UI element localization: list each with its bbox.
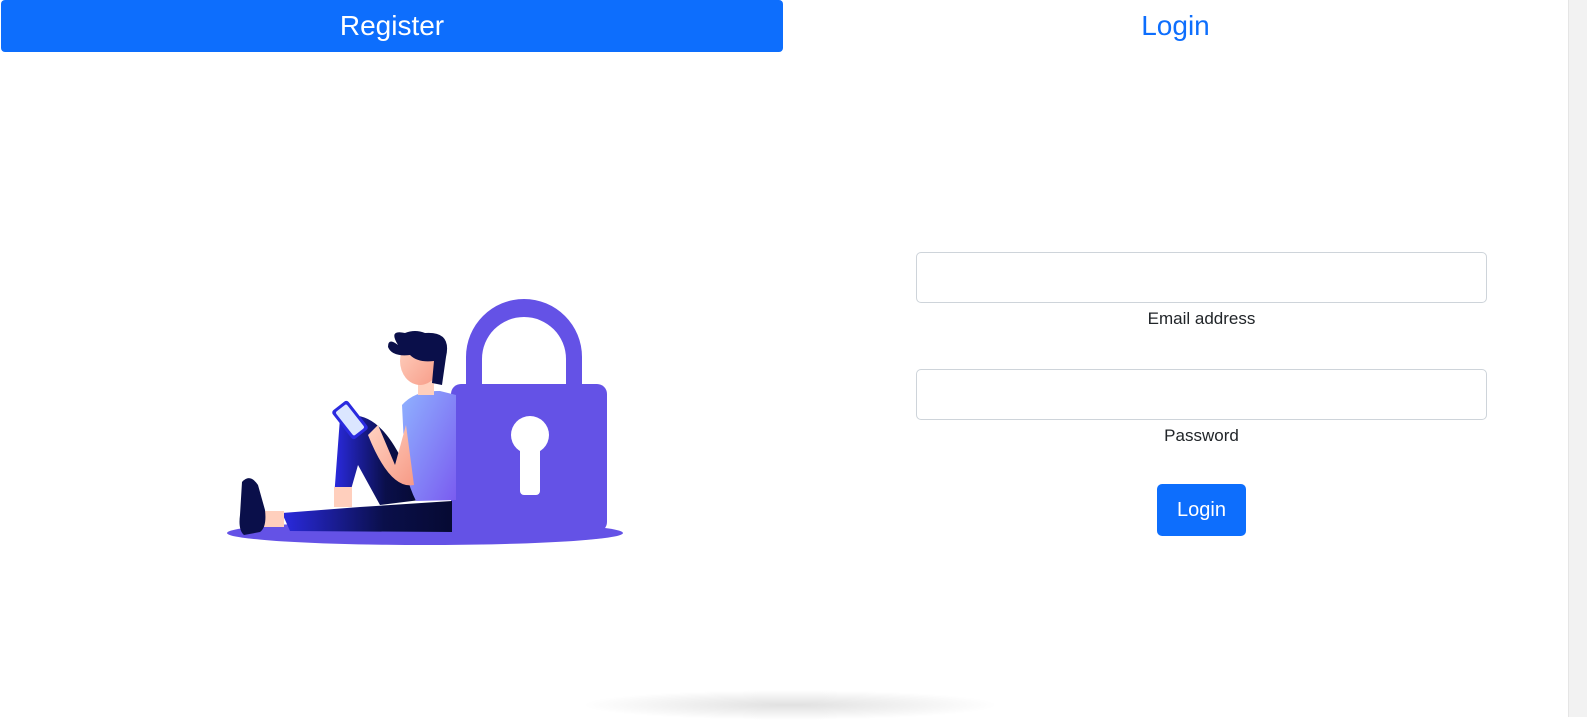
security-illustration <box>220 295 630 555</box>
person-with-padlock-icon <box>227 299 623 545</box>
window-shadow <box>580 690 1000 720</box>
app-window: Register Login Email address Password Lo… <box>0 0 1568 708</box>
scrollbar-gutter <box>1568 0 1587 717</box>
auth-tabs: Register Login <box>0 0 1568 52</box>
tab-login[interactable]: Login <box>783 0 1568 52</box>
email-label: Email address <box>1147 309 1256 328</box>
tab-register[interactable]: Register <box>1 0 783 52</box>
login-form: Email address Password Login <box>916 252 1487 536</box>
email-field[interactable] <box>916 252 1487 303</box>
password-field[interactable] <box>916 369 1487 420</box>
login-button[interactable]: Login <box>1157 484 1246 536</box>
password-label: Password <box>1164 426 1239 445</box>
